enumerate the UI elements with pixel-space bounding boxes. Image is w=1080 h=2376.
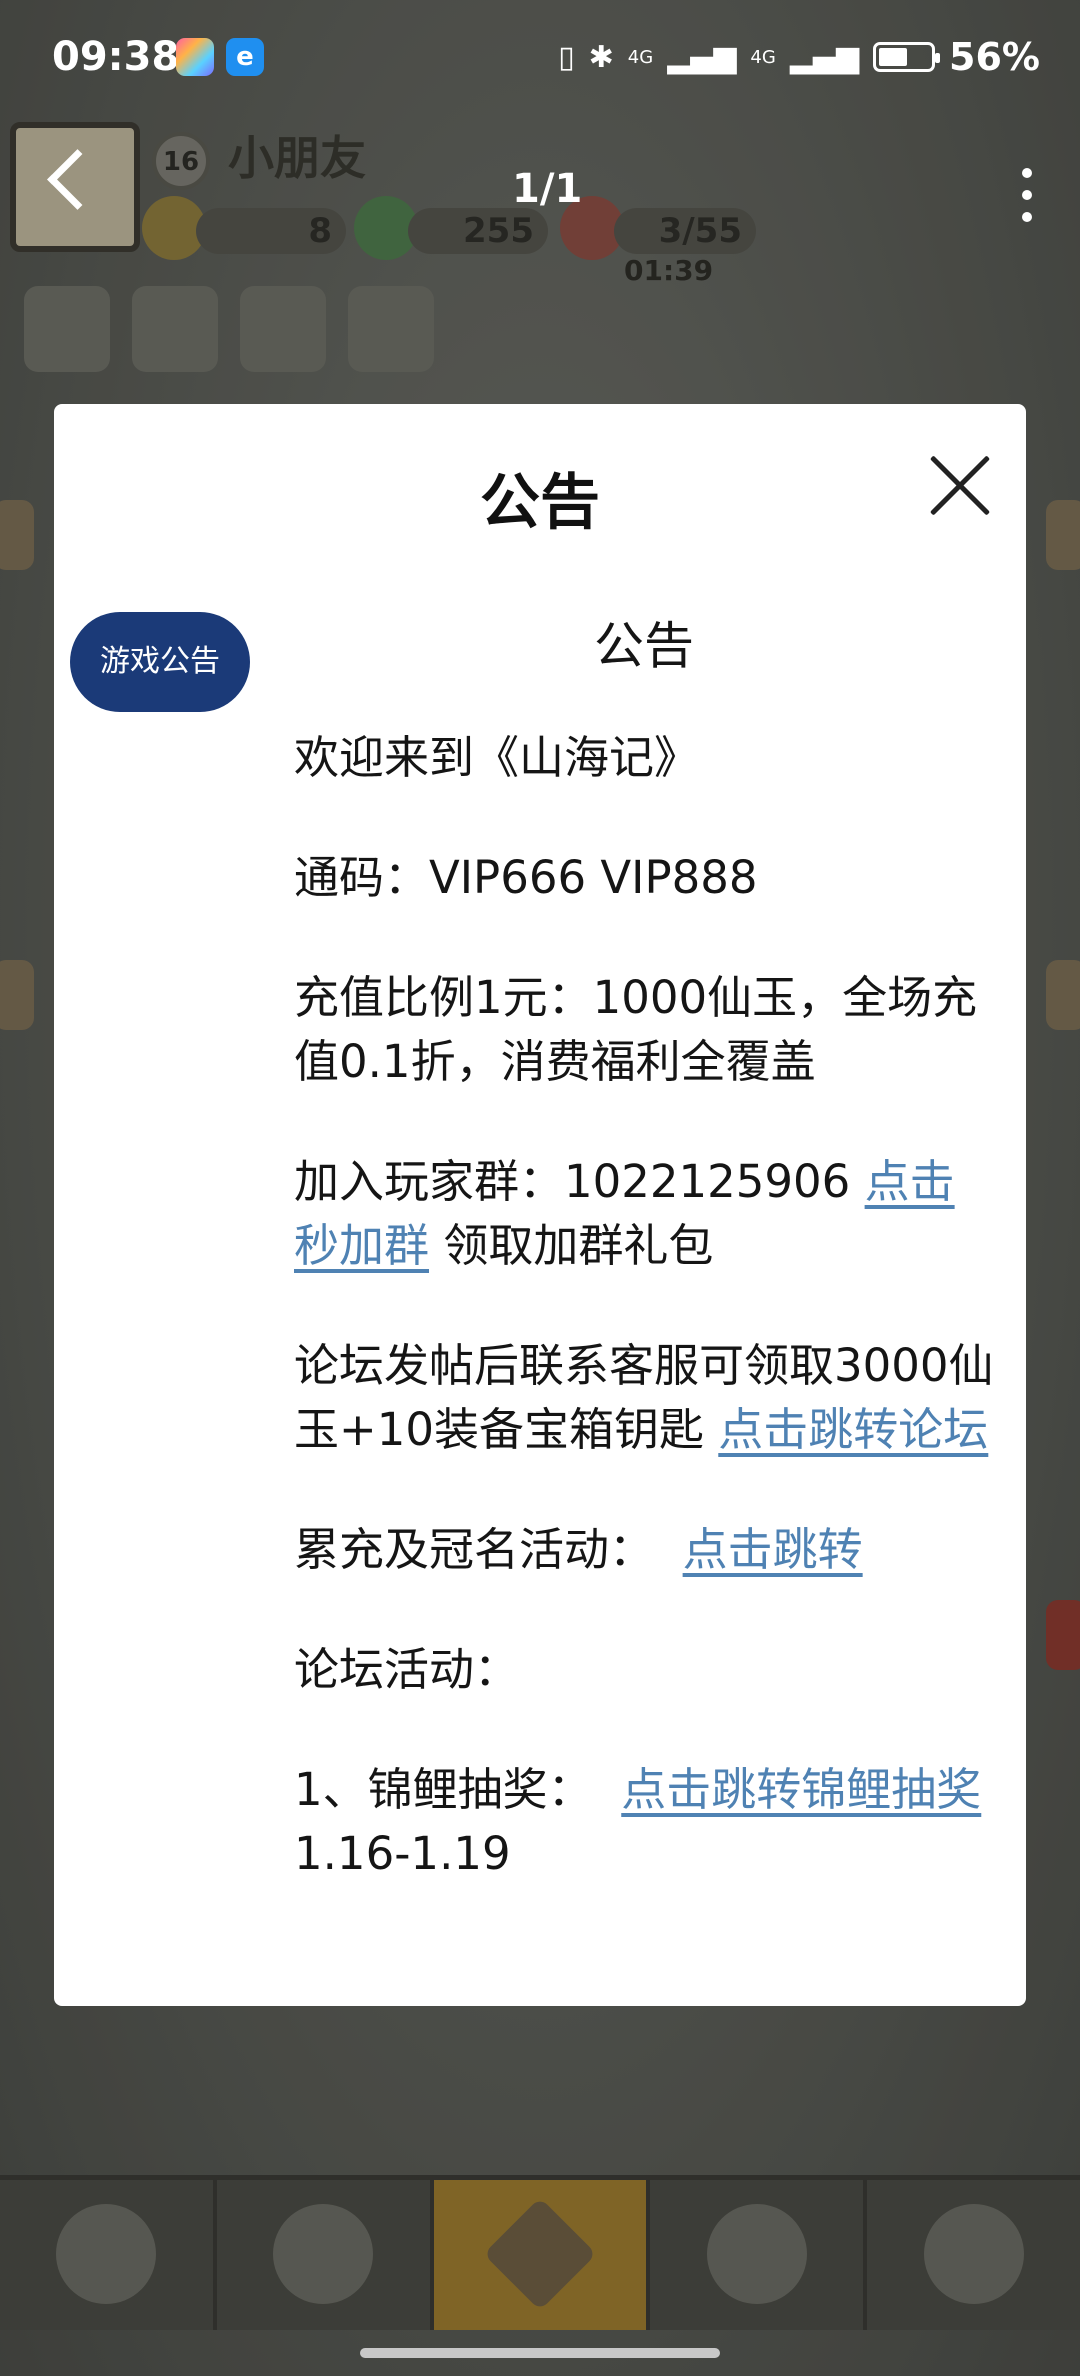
group-line: 加入玩家群：1022125906 点击秒加群 领取加群礼包 — [294, 1150, 994, 1278]
group-text: 加入玩家群：1022125906 — [294, 1155, 865, 1208]
forum-activity-line: 论坛活动： — [294, 1643, 520, 1696]
status-bar: 09:38 e ▯ ✱ 4G ▂▄▆ 4G ▂▄▆ 56% — [0, 0, 1080, 118]
forum-line: 论坛发帖后联系客服可领取3000仙玉+10装备宝箱钥匙 点击跳转论坛 — [294, 1334, 994, 1462]
recharge-line: 充值比例1元：1000仙玉，全场充值0.1折，消费福利全覆盖 — [294, 971, 978, 1088]
signal-icon: ▂▄▆ — [667, 39, 737, 75]
network-label-2: 4G — [750, 46, 776, 68]
activity-link[interactable]: 点击跳转 — [683, 1523, 863, 1576]
page-indicator: 1/1 — [512, 166, 583, 212]
clock: 09:38 — [52, 34, 180, 80]
tab-game-announcement[interactable]: 游戏公告 — [70, 612, 250, 712]
battery-icon — [873, 42, 941, 72]
lottery-link[interactable]: 点击跳转锦鲤抽奖 — [621, 1763, 981, 1816]
lottery-text: 1、锦鲤抽奖： — [294, 1763, 593, 1816]
network-label-1: 4G — [627, 46, 654, 68]
signal-icon: ▂▄▆ — [789, 39, 860, 75]
home-indicator[interactable] — [360, 2348, 720, 2358]
vibrate-icon: ▯ — [558, 39, 575, 75]
close-icon[interactable] — [928, 454, 992, 518]
forum-link[interactable]: 点击跳转论坛 — [718, 1403, 988, 1456]
lottery-dates: 1.16-1.19 — [294, 1827, 511, 1880]
battery-percent: 56% — [949, 35, 1040, 79]
bluetooth-icon: ✱ — [588, 39, 614, 75]
dialog-title: 公告 — [480, 468, 600, 538]
activity-text: 累充及冠名活动： — [294, 1523, 655, 1576]
gallery-app-icon — [176, 38, 214, 76]
browser-app-icon: e — [226, 38, 264, 76]
announcement-dialog: 公告 游戏公告 公告 欢迎来到《山海记》 通码：VIP666 VIP888 充值… — [54, 404, 1026, 2006]
announcement-heading: 公告 — [594, 617, 694, 675]
announcement-content: 公告 欢迎来到《山海记》 通码：VIP666 VIP888 充值比例1元：100… — [294, 614, 994, 1942]
more-options-icon[interactable] — [1022, 168, 1032, 234]
group-suffix: 领取加群礼包 — [429, 1219, 714, 1272]
welcome-line: 欢迎来到《山海记》 — [294, 731, 700, 784]
activity-line: 累充及冠名活动： 点击跳转 — [294, 1518, 994, 1582]
code-line: 通码：VIP666 VIP888 — [294, 851, 758, 904]
lottery-line: 1、锦鲤抽奖： 点击跳转锦鲤抽奖 1.16-1.19 — [294, 1758, 994, 1886]
